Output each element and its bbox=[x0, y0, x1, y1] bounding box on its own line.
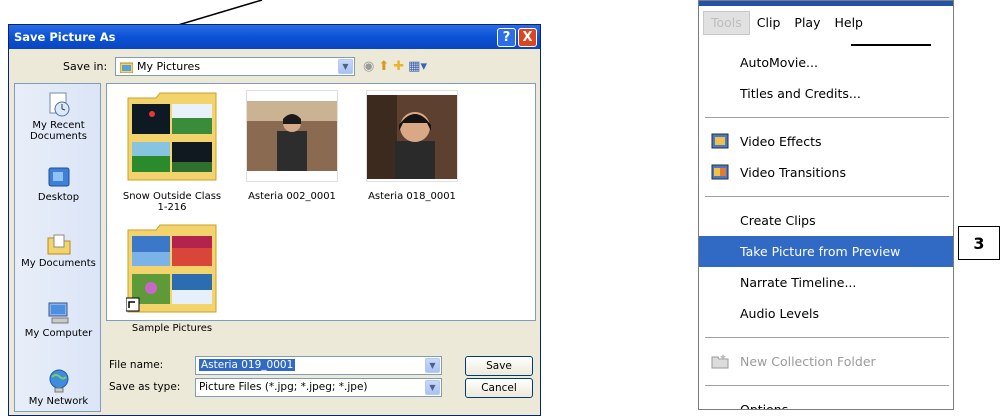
menu-tools[interactable]: Tools bbox=[703, 11, 750, 35]
file-item-folder-shortcut[interactable]: Sample Pictures bbox=[117, 222, 227, 334]
dialog-titlebar: Save Picture As ? X bbox=[9, 25, 540, 49]
file-name: Sample Pictures bbox=[131, 323, 213, 334]
menu-item-label: Video Effects bbox=[740, 134, 822, 149]
save-picture-dialog: Save Picture As ? X Save in: My Pictures… bbox=[8, 24, 541, 416]
save-in-dropdown[interactable]: My Pictures ▼ bbox=[115, 57, 355, 76]
menu-item-label: Options... bbox=[740, 402, 801, 410]
save-button[interactable]: Save bbox=[465, 356, 533, 376]
save-type-value: Picture Files (*.jpg; *.jpeg; *.jpe) bbox=[199, 381, 368, 393]
desktop-icon bbox=[48, 167, 69, 187]
chevron-down-icon[interactable]: ▼ bbox=[425, 358, 440, 373]
save-in-row: Save in: My Pictures ▼ ◉ ⬆ ✚ ▦▾ bbox=[9, 55, 540, 79]
pictures-folder-icon bbox=[120, 62, 133, 73]
menu-item-video-effects[interactable]: Video Effects bbox=[699, 126, 953, 157]
menu-item-audio-levels[interactable]: Audio Levels bbox=[699, 298, 953, 329]
menu-separator bbox=[705, 385, 949, 386]
help-button[interactable]: ? bbox=[497, 27, 516, 47]
video-effects-icon bbox=[711, 133, 729, 149]
movie-maker-menu: Tools Clip Play Help AutoMovie... Titles… bbox=[698, 0, 954, 410]
place-label: Desktop bbox=[37, 192, 80, 203]
place-my-documents[interactable]: My Documents bbox=[15, 232, 102, 269]
recent-documents-icon bbox=[49, 92, 69, 117]
up-folder-icon[interactable]: ⬆ bbox=[378, 59, 389, 74]
save-in-value: My Pictures bbox=[137, 60, 201, 73]
place-desktop[interactable]: Desktop bbox=[15, 166, 102, 203]
file-item-photo[interactable]: Asteria 018_0001 bbox=[357, 90, 467, 202]
cancel-button[interactable]: Cancel bbox=[465, 378, 533, 398]
menu-clip[interactable]: Clip bbox=[750, 12, 788, 34]
menu-item-titles-credits[interactable]: Titles and Credits... bbox=[699, 78, 953, 109]
menu-item-label: AutoMovie... bbox=[740, 55, 818, 70]
file-item-folder[interactable]: Snow Outside Class 1-216 bbox=[117, 90, 227, 213]
photo-thumbnail bbox=[366, 90, 459, 182]
new-folder-icon bbox=[711, 354, 729, 369]
new-folder-icon[interactable]: ✚ bbox=[393, 59, 404, 74]
place-my-computer[interactable]: My Computer bbox=[15, 300, 102, 339]
file-name: Asteria 018_0001 bbox=[368, 191, 456, 202]
menu-help[interactable]: Help bbox=[827, 12, 870, 34]
menu-item-create-clips[interactable]: Create Clips bbox=[699, 205, 953, 236]
menu-play[interactable]: Play bbox=[787, 12, 827, 34]
place-label: My Network bbox=[28, 396, 89, 407]
place-label: My Recent bbox=[32, 120, 85, 131]
menu-item-automovie[interactable]: AutoMovie... bbox=[699, 47, 953, 78]
file-name: Asteria 002_0001 bbox=[248, 191, 336, 202]
my-network-icon bbox=[49, 369, 68, 393]
step-callout: 3 bbox=[958, 226, 1000, 260]
place-label: My Documents bbox=[21, 258, 96, 269]
save-type-label: Save as type: bbox=[109, 381, 181, 393]
video-transitions-icon bbox=[711, 164, 729, 180]
views-menu-icon[interactable]: ▦▾ bbox=[408, 59, 427, 74]
dialog-title: Save Picture As bbox=[14, 30, 116, 44]
back-icon[interactable]: ◉ bbox=[363, 59, 374, 74]
file-name: 1-216 bbox=[157, 202, 187, 213]
my-computer-icon bbox=[48, 302, 68, 324]
menu-separator bbox=[705, 117, 949, 118]
menu-item-label: New Collection Folder bbox=[740, 354, 876, 369]
file-item-photo[interactable]: Asteria 002_0001 bbox=[237, 90, 347, 202]
my-documents-icon bbox=[47, 234, 70, 255]
menu-separator bbox=[705, 337, 949, 338]
tools-dropdown: AutoMovie... Titles and Credits... Video… bbox=[699, 41, 953, 410]
place-my-recent-documents[interactable]: My Recent Documents bbox=[15, 92, 102, 142]
place-label: My Computer bbox=[24, 328, 93, 339]
menu-item-label: Titles and Credits... bbox=[740, 86, 861, 101]
place-label: Documents bbox=[29, 131, 88, 142]
menubar: Tools Clip Play Help bbox=[699, 6, 953, 40]
file-name-label: File name: bbox=[109, 359, 164, 371]
chevron-down-icon[interactable]: ▼ bbox=[338, 59, 353, 74]
menu-item-narrate-timeline[interactable]: Narrate Timeline... bbox=[699, 267, 953, 298]
menu-item-label: Create Clips bbox=[740, 213, 816, 228]
menu-item-options[interactable]: Options... bbox=[699, 394, 953, 410]
places-bar: My Recent Documents Desktop My Documents bbox=[14, 83, 101, 412]
menu-separator bbox=[705, 196, 949, 197]
menu-item-label: Narrate Timeline... bbox=[740, 275, 857, 290]
menu-item-take-picture[interactable]: Take Picture from Preview bbox=[699, 236, 953, 267]
menu-item-new-collection-folder[interactable]: New Collection Folder bbox=[699, 346, 953, 377]
menu-item-label: Audio Levels bbox=[740, 306, 820, 321]
file-list: Snow Outside Class 1-216 Asteria 002_000… bbox=[106, 83, 536, 334]
menu-item-label: Video Transitions bbox=[740, 165, 846, 180]
folder-thumbnail-icon bbox=[127, 92, 217, 181]
menu-item-video-transitions[interactable]: Video Transitions bbox=[699, 157, 953, 188]
folder-thumbnail-icon bbox=[125, 224, 217, 313]
save-in-label: Save in: bbox=[63, 60, 108, 73]
place-my-network[interactable]: My Network bbox=[15, 368, 102, 407]
chevron-down-icon[interactable]: ▼ bbox=[425, 380, 440, 395]
save-type-dropdown[interactable]: Picture Files (*.jpg; *.jpeg; *.jpe) ▼ bbox=[195, 378, 442, 397]
file-name: Snow Outside Class bbox=[122, 191, 222, 202]
close-button[interactable]: X bbox=[518, 27, 537, 47]
menu-item-label: Take Picture from Preview bbox=[740, 244, 901, 259]
photo-thumbnail bbox=[246, 90, 339, 182]
file-name-value: Asteria 019_0001 bbox=[199, 359, 296, 371]
file-name-input[interactable]: Asteria 019_0001 ▼ bbox=[195, 356, 442, 375]
